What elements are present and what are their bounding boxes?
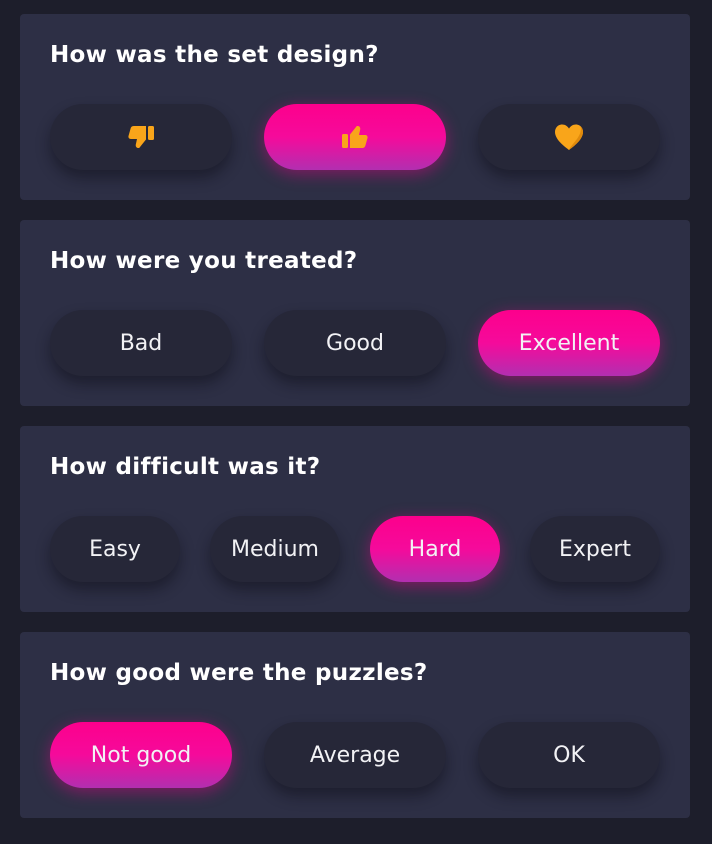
- option-excellent-button[interactable]: Excellent: [478, 310, 660, 376]
- question-card-set-design: How was the set design?: [20, 14, 690, 200]
- option-easy-button[interactable]: Easy: [50, 516, 180, 582]
- option-expert-button[interactable]: Expert: [530, 516, 660, 582]
- heart-icon: [555, 124, 583, 150]
- thumbs-down-icon: [128, 126, 154, 148]
- option-medium-button[interactable]: Medium: [210, 516, 340, 582]
- thumbs-up-icon: [342, 126, 368, 148]
- question-card-treatment: How were you treated? Bad Good Excellent: [20, 220, 690, 406]
- question-title: How was the set design?: [50, 42, 379, 68]
- option-ok-button[interactable]: OK: [478, 722, 660, 788]
- question-card-puzzles: How good were the puzzles? Not good Aver…: [20, 632, 690, 818]
- option-bad-button[interactable]: Bad: [50, 310, 232, 376]
- question-title: How were you treated?: [50, 248, 358, 274]
- option-average-button[interactable]: Average: [264, 722, 446, 788]
- option-thumbs-up-button[interactable]: [264, 104, 446, 170]
- feedback-form: How was the set design? How were you tre…: [0, 0, 712, 844]
- question-title: How difficult was it?: [50, 454, 321, 480]
- question-title: How good were the puzzles?: [50, 660, 428, 686]
- option-thumbs-down-button[interactable]: [50, 104, 232, 170]
- option-hard-button[interactable]: Hard: [370, 516, 500, 582]
- option-good-button[interactable]: Good: [264, 310, 446, 376]
- option-not-good-button[interactable]: Not good: [50, 722, 232, 788]
- option-heart-button[interactable]: [478, 104, 660, 170]
- question-card-difficulty: How difficult was it? Easy Medium Hard E…: [20, 426, 690, 612]
